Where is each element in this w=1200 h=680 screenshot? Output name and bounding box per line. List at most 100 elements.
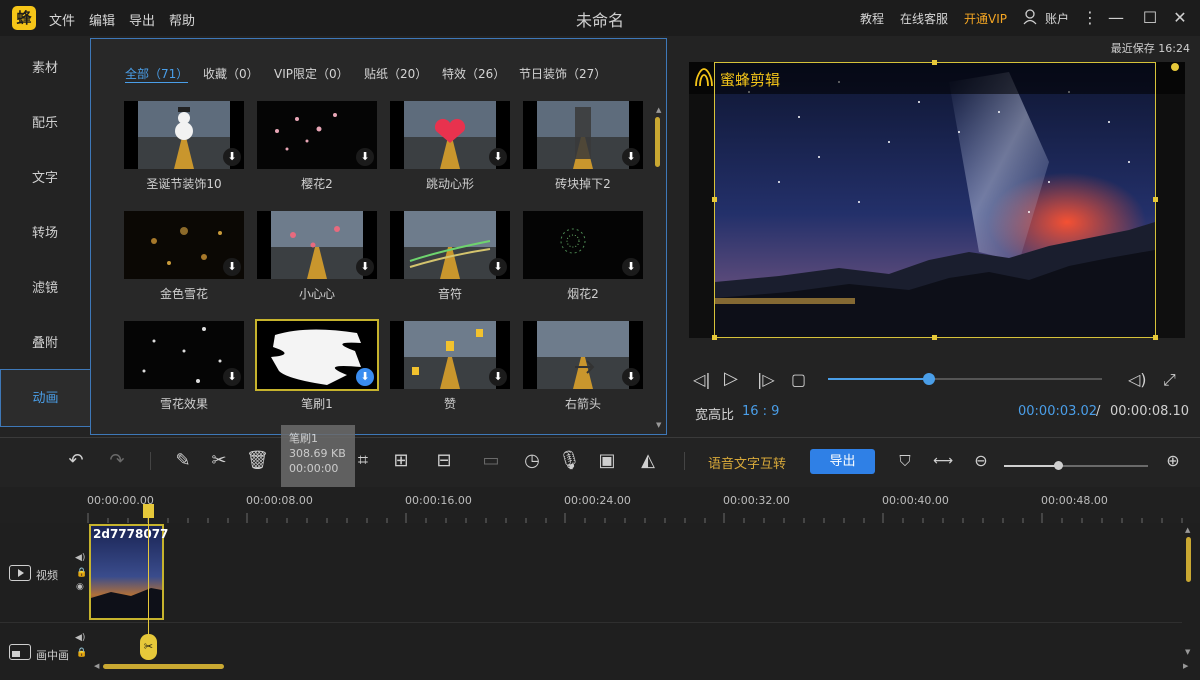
library-item[interactable]: ⬇: [523, 321, 643, 389]
sidebar-item-animation[interactable]: 动画: [0, 369, 90, 427]
screen-record-icon[interactable]: ▣: [596, 450, 618, 472]
track-lock-icon[interactable]: 🔒: [76, 568, 87, 578]
account-link[interactable]: 账户: [1045, 10, 1069, 27]
resize-handle[interactable]: [1153, 197, 1158, 202]
scroll-up-icon[interactable]: ▲: [1185, 526, 1190, 534]
mosaic-icon[interactable]: ⊟: [433, 450, 455, 472]
redo-icon[interactable]: ↷: [106, 450, 128, 472]
track-lock-icon[interactable]: 🔒: [76, 648, 87, 658]
resize-handle[interactable]: [932, 60, 937, 65]
library-item[interactable]: ⬇: [523, 101, 643, 169]
track-mute-icon[interactable]: ◀): [75, 553, 85, 563]
track-visible-icon[interactable]: ◉: [76, 582, 84, 592]
edit-pencil-icon[interactable]: ✎: [172, 450, 194, 472]
vip-link[interactable]: 开通VIP: [964, 10, 1007, 27]
minimize-icon[interactable]: —: [1106, 8, 1126, 28]
library-item[interactable]: ⬇: [124, 321, 244, 389]
close-selection-icon[interactable]: [1171, 63, 1179, 71]
split-icon[interactable]: ✂: [140, 634, 157, 660]
download-icon[interactable]: ⬇: [356, 148, 374, 166]
download-icon[interactable]: ⬇: [489, 258, 507, 276]
library-scrollbar[interactable]: [655, 117, 660, 167]
marker-icon[interactable]: ⛉: [894, 450, 916, 472]
paint-bucket-icon[interactable]: ◭: [637, 450, 659, 472]
timeline-v-scrollbar[interactable]: [1186, 537, 1191, 582]
tab-favorites[interactable]: 收藏（0）: [203, 65, 259, 82]
download-icon[interactable]: ⬇: [223, 258, 241, 276]
timeline-h-scrollbar[interactable]: [103, 664, 224, 669]
resize-handle[interactable]: [712, 197, 717, 202]
library-item[interactable]: ⬇: [257, 211, 377, 279]
sidebar-item-overlay[interactable]: 叠附: [0, 317, 90, 371]
download-icon[interactable]: ⬇: [489, 368, 507, 386]
sidebar-item-transition[interactable]: 转场: [0, 207, 90, 261]
library-item[interactable]: ⬇: [124, 101, 244, 169]
download-icon[interactable]: ⬇: [223, 368, 241, 386]
download-icon[interactable]: ⬇: [622, 368, 640, 386]
speed-icon[interactable]: ◷: [521, 450, 543, 472]
volume-icon[interactable]: ◁): [1128, 370, 1147, 389]
track-mute-icon[interactable]: ◀): [75, 633, 85, 643]
more-icon[interactable]: ⋮: [1080, 8, 1100, 28]
library-item[interactable]: ⬇: [390, 211, 510, 279]
scroll-down-icon[interactable]: ▼: [1185, 648, 1190, 656]
download-icon[interactable]: ⬇: [356, 368, 374, 386]
fit-width-icon[interactable]: ⟷: [932, 450, 954, 472]
next-frame-icon[interactable]: |▷: [757, 370, 775, 389]
record-audio-icon[interactable]: 🎙: [558, 450, 581, 472]
export-button[interactable]: 导出: [810, 449, 875, 474]
zoom-out-icon[interactable]: ⊖: [970, 450, 992, 472]
library-item[interactable]: ⬇: [124, 211, 244, 279]
sidebar-item-material[interactable]: 素材: [0, 42, 90, 96]
tab-holiday[interactable]: 节日装饰（27）: [519, 65, 606, 82]
menu-export[interactable]: 导出: [129, 10, 155, 29]
prev-frame-icon[interactable]: ◁|: [693, 370, 711, 389]
library-item[interactable]: ⬇: [390, 321, 510, 389]
library-item-selected[interactable]: ⬇: [255, 319, 379, 391]
library-item[interactable]: ⬇: [390, 101, 510, 169]
playhead[interactable]: [148, 508, 149, 648]
sidebar-item-music[interactable]: 配乐: [0, 97, 90, 151]
stop-icon[interactable]: ▢: [791, 370, 806, 389]
zoom-in-icon[interactable]: ⊕: [1162, 450, 1184, 472]
close-icon[interactable]: ✕: [1170, 8, 1190, 28]
tab-effects[interactable]: 特效（26）: [442, 65, 505, 82]
resize-handle[interactable]: [712, 335, 717, 340]
support-link[interactable]: 在线客服: [900, 10, 948, 27]
download-icon[interactable]: ⬇: [223, 148, 241, 166]
scroll-down-icon[interactable]: ▼: [656, 421, 661, 429]
menu-file[interactable]: 文件: [49, 10, 75, 29]
account-icon[interactable]: [1023, 9, 1037, 25]
speech-to-text-button[interactable]: 语音文字互转: [708, 453, 786, 472]
library-item[interactable]: ⬇: [257, 101, 377, 169]
tutorial-link[interactable]: 教程: [860, 10, 884, 27]
cut-icon[interactable]: ✂: [208, 450, 230, 472]
scroll-right-icon[interactable]: ▶: [1183, 662, 1188, 670]
download-icon[interactable]: ⬇: [622, 258, 640, 276]
download-icon[interactable]: ⬇: [622, 148, 640, 166]
undo-icon[interactable]: ↶: [65, 450, 87, 472]
crop-icon[interactable]: ⌗: [352, 450, 374, 472]
tab-vip[interactable]: VIP限定（0）: [274, 65, 349, 82]
scroll-up-icon[interactable]: ▲: [656, 106, 661, 114]
resize-handle[interactable]: [932, 335, 937, 340]
menu-edit[interactable]: 编辑: [89, 10, 115, 29]
library-item[interactable]: ⬇: [523, 211, 643, 279]
play-icon[interactable]: ▷: [724, 368, 738, 389]
frame-icon[interactable]: ▭: [480, 450, 502, 472]
scroll-left-icon[interactable]: ◀: [94, 662, 99, 670]
sidebar-item-text[interactable]: 文字: [0, 152, 90, 206]
zoom-slider-knob[interactable]: [1054, 461, 1063, 470]
tab-stickers[interactable]: 贴纸（20）: [364, 65, 427, 82]
tab-all[interactable]: 全部（71）: [125, 65, 189, 83]
aspect-ratio-value[interactable]: 16 : 9: [742, 404, 779, 419]
selection-box[interactable]: [714, 62, 1156, 338]
sidebar-item-filter[interactable]: 滤镜: [0, 262, 90, 316]
menu-help[interactable]: 帮助: [169, 10, 195, 29]
maximize-icon[interactable]: ☐: [1140, 8, 1160, 28]
fullscreen-icon[interactable]: ⤢: [1163, 370, 1176, 390]
delete-icon[interactable]: 🗑: [246, 450, 269, 472]
resize-handle[interactable]: [1153, 335, 1158, 340]
download-icon[interactable]: ⬇: [489, 148, 507, 166]
download-icon[interactable]: ⬇: [356, 258, 374, 276]
